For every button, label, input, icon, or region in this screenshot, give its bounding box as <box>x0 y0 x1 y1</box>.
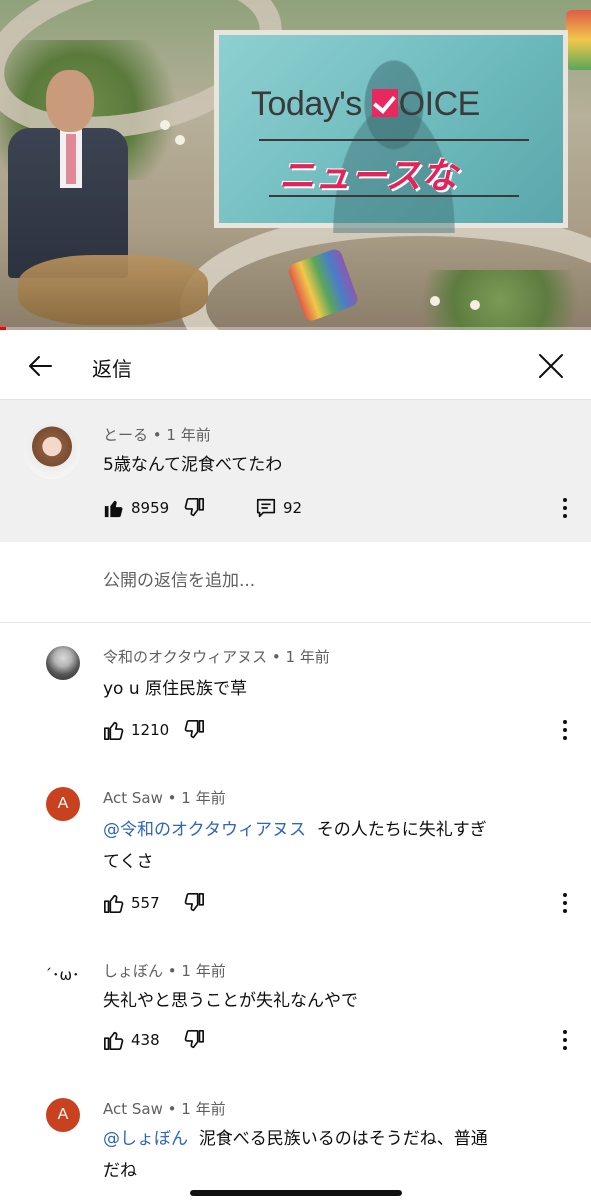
comment-age: 1 年前 <box>181 1100 226 1118</box>
avatar[interactable] <box>24 423 80 479</box>
comment-text-continued: てくさ <box>103 852 154 872</box>
check-logo-icon <box>371 89 398 117</box>
comment-text-continued: だね <box>103 1161 137 1181</box>
reply-item: ´･ω･` しょぼん • 1 年前 失礼やと思うことが失礼なんやで 438 <box>0 960 591 1070</box>
screen-subtitle-text: ニュースな <box>279 156 458 197</box>
comment-author[interactable]: とーる <box>103 426 148 444</box>
add-reply-input[interactable] <box>103 569 543 593</box>
set-flower <box>175 135 185 145</box>
comment-text-body: 泥食べる民族いるのはそうだね、普通 <box>198 1129 488 1149</box>
avatar[interactable]: ´･ω･` <box>42 960 82 994</box>
comment-text: @しょぼん 泥食べる民族いるのはそうだね、普通 <box>103 1124 488 1149</box>
video-progress-fill <box>0 327 6 330</box>
news-anchor <box>8 70 128 278</box>
replies-header: 返信 <box>0 333 591 400</box>
comment-text: yo u 原住民族で草 <box>103 679 248 699</box>
screen-silhouette <box>309 55 479 233</box>
comment-actions: 8959 92 <box>103 497 573 521</box>
set-flower <box>160 120 170 130</box>
reply-item: A Act Saw • 1 年前 @しょぼん 泥食べる民族いるのはそうだね、普通… <box>0 1098 591 1188</box>
thumbs-down-icon[interactable] <box>183 719 205 741</box>
comment-actions: 1210 <box>103 719 573 743</box>
like-count: 438 <box>131 1031 160 1049</box>
screen-title: Today's OICE <box>251 85 480 124</box>
comment-age: 1 年前 <box>166 426 211 444</box>
like-count: 1210 <box>131 721 170 739</box>
comment-author[interactable]: Act Saw <box>103 1100 163 1118</box>
comment-meta: しょぼん • 1 年前 <box>103 960 226 981</box>
thumbs-down-icon[interactable] <box>183 1029 205 1051</box>
thumbs-down-icon[interactable] <box>183 497 205 519</box>
meta-separator: • <box>162 789 182 807</box>
screen-divider <box>259 139 529 141</box>
set-foliage <box>400 270 591 330</box>
comment-author[interactable]: Act Saw <box>103 789 163 807</box>
like-count: 557 <box>131 894 160 912</box>
more-vert-icon[interactable] <box>555 1028 575 1052</box>
reply-item: A Act Saw • 1 年前 @令和のオクタウィアヌス その人たちに失礼すぎ… <box>0 787 591 937</box>
reply-count: 92 <box>283 499 303 517</box>
comment-actions: 557 <box>103 892 573 916</box>
screen-title-text: Today's <box>251 85 371 123</box>
set-flower <box>430 296 440 306</box>
studio-desk <box>18 255 208 325</box>
comment-meta: とーる • 1 年前 <box>103 424 211 445</box>
reply-item: 令和のオクタウィアヌス • 1 年前 yo u 原住民族で草 1210 <box>0 646 591 766</box>
comment-author[interactable]: 令和のオクタウィアヌス <box>103 648 267 666</box>
meta-separator: • <box>148 426 167 444</box>
comment-text: @令和のオクタウィアヌス その人たちに失礼すぎ <box>103 815 487 840</box>
video-player[interactable]: Today's OICE ニュースな <box>0 0 591 330</box>
comment-actions: 438 <box>103 1029 573 1053</box>
comment-age: 1 年前 <box>285 648 330 666</box>
more-vert-icon[interactable] <box>555 891 575 915</box>
comment-meta: Act Saw • 1 年前 <box>103 1098 226 1119</box>
comment-meta: 令和のオクタウィアヌス • 1 年前 <box>103 646 330 667</box>
anchor-head <box>46 70 94 132</box>
thumbs-down-icon[interactable] <box>183 892 205 914</box>
comment-author[interactable]: しょぼん <box>103 962 163 980</box>
thumbs-up-icon[interactable] <box>103 719 125 741</box>
add-reply-bar <box>0 542 591 623</box>
like-count: 8959 <box>131 499 170 517</box>
comment-text: 失礼やと思うことが失礼なんやで <box>103 991 358 1011</box>
close-icon[interactable] <box>537 352 565 380</box>
set-rainbow-decoration <box>566 10 591 70</box>
thumbs-up-icon[interactable] <box>103 892 125 914</box>
studio-screen: Today's OICE ニュースな <box>214 30 568 233</box>
parent-comment: とーる • 1 年前 5歳なんて泥食べてたわ 8959 92 <box>0 400 591 542</box>
avatar[interactable] <box>46 646 80 680</box>
screen-title-text: OICE <box>398 85 481 123</box>
screen-divider <box>269 195 519 197</box>
comment-age: 1 年前 <box>181 789 226 807</box>
comment-text-body: その人たちに失礼すぎ <box>316 820 487 840</box>
thumbs-up-icon[interactable] <box>103 1029 125 1051</box>
mention-link[interactable]: @しょぼん <box>103 1129 188 1149</box>
avatar[interactable]: A <box>46 1098 80 1132</box>
page-title: 返信 <box>92 357 132 381</box>
back-arrow-icon[interactable] <box>26 352 54 380</box>
anchor-tie <box>66 134 76 184</box>
comment-age: 1 年前 <box>181 962 226 980</box>
meta-separator: • <box>162 1100 182 1118</box>
avatar[interactable]: A <box>46 787 80 821</box>
reply-icon[interactable] <box>255 497 277 519</box>
screen-subtitle: ニュースな <box>279 147 457 199</box>
more-vert-icon[interactable] <box>555 496 575 520</box>
video-progress-track[interactable] <box>0 327 591 330</box>
meta-separator: • <box>267 648 286 666</box>
more-vert-icon[interactable] <box>555 718 575 742</box>
home-indicator <box>190 1190 402 1196</box>
thumbs-up-icon[interactable] <box>103 497 125 519</box>
meta-separator: • <box>163 962 182 980</box>
set-flower <box>470 300 480 310</box>
mention-link[interactable]: @令和のオクタウィアヌス <box>103 820 306 840</box>
comment-text: 5歳なんて泥食べてたわ <box>103 455 283 475</box>
comment-meta: Act Saw • 1 年前 <box>103 787 226 808</box>
